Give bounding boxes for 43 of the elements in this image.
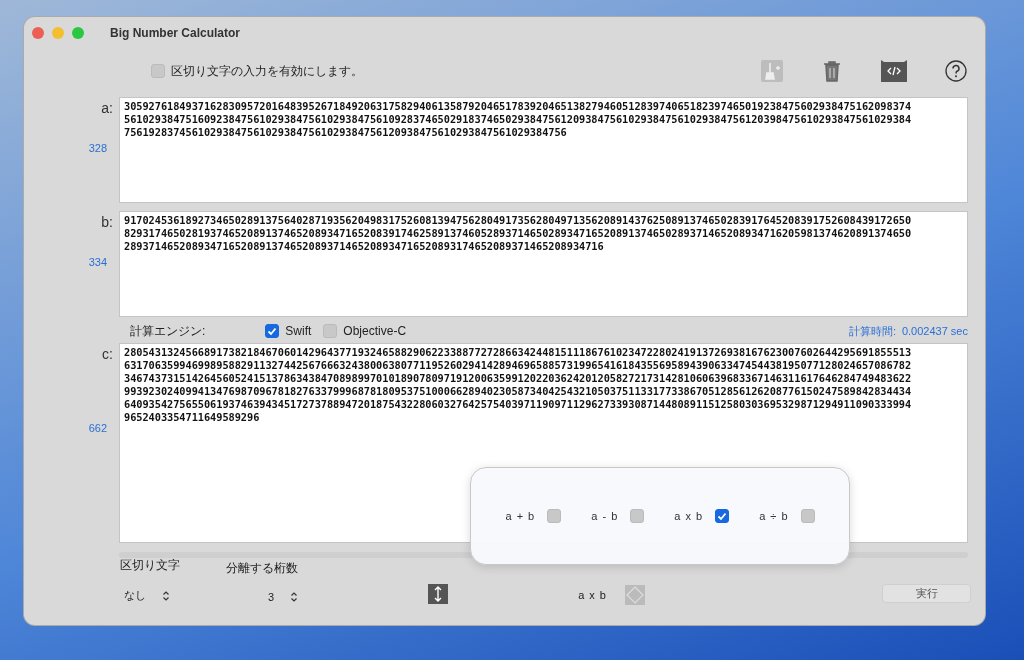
checkbox[interactable] (323, 324, 338, 338)
trash-icon[interactable] (821, 60, 843, 82)
engine-label: 計算エンジン: (130, 322, 206, 340)
group-size-label: 分離する桁数 (226, 560, 299, 577)
operation-label: a x b (674, 510, 704, 522)
run-button[interactable]: 実行 (882, 584, 971, 603)
checkbox[interactable] (630, 509, 645, 523)
swap-icon[interactable] (428, 584, 449, 604)
chevron-updown-icon[interactable] (162, 589, 170, 602)
broom-icon[interactable] (761, 60, 783, 82)
checkbox[interactable] (715, 509, 730, 523)
chevron-updown-icon[interactable] (290, 591, 299, 603)
digit-count: 328 (88, 142, 107, 154)
operation-label: a - b (591, 510, 619, 522)
checkbox-label: 区切り文字の入力を有効にします。 (171, 62, 363, 80)
operation-label: a ÷ b (759, 510, 789, 522)
checkbox[interactable] (265, 324, 280, 338)
field-label: b: (101, 214, 113, 230)
group-size-popup[interactable]: 3 (226, 589, 303, 605)
diamond-icon[interactable] (625, 585, 645, 605)
separator-popup[interactable]: なし (120, 586, 180, 605)
close-button[interactable] (32, 27, 44, 39)
checkbox[interactable] (151, 64, 165, 78)
field-label: a: (101, 100, 113, 116)
checkbox-label: Objective-C (343, 324, 407, 338)
zoom-button[interactable] (72, 27, 84, 39)
minimize-button[interactable] (52, 27, 64, 39)
operation-value: a x b (578, 589, 607, 601)
digit-count: 662 (88, 422, 107, 434)
checkbox[interactable] (547, 509, 562, 523)
digit-count: 334 (88, 256, 107, 268)
number-input[interactable]: 30592761849371628309572016483952671849206317582940613587920465178392046513827946051283974065182397465019238475602938475162098374 56102938475160923847561029384756102938475610928374650291837465029384756120938475610293847561029384756120398475610293847561029384 756192837456102938475610293847561029384756120938475610293847561029384756 (119, 97, 968, 203)
help-icon[interactable] (945, 60, 967, 82)
code-icon[interactable] (881, 58, 907, 84)
checkbox-label: Swift (285, 324, 312, 338)
checkbox[interactable] (800, 509, 815, 523)
operation-label: a + b (505, 510, 536, 522)
window-title: Big Number Calculator (110, 26, 241, 40)
separator-label: 区切り文字 (120, 557, 180, 574)
number-input[interactable]: 91702453618927346502891375640287193562049831752608139475628049173562804971356208914376250891374650283917645208391752608439172650 82931746502819374652089137465208934716520839174625891374605289371465028934716520891374650289371465208934716205981374620891374650 289371465208934716520891374652089371465208934716520893174652089371465208934716 (119, 211, 968, 317)
timing-value: 0.002437 sec (901, 325, 968, 337)
field-label: c: (102, 346, 113, 362)
timing-label: 計算時間: (848, 323, 896, 339)
